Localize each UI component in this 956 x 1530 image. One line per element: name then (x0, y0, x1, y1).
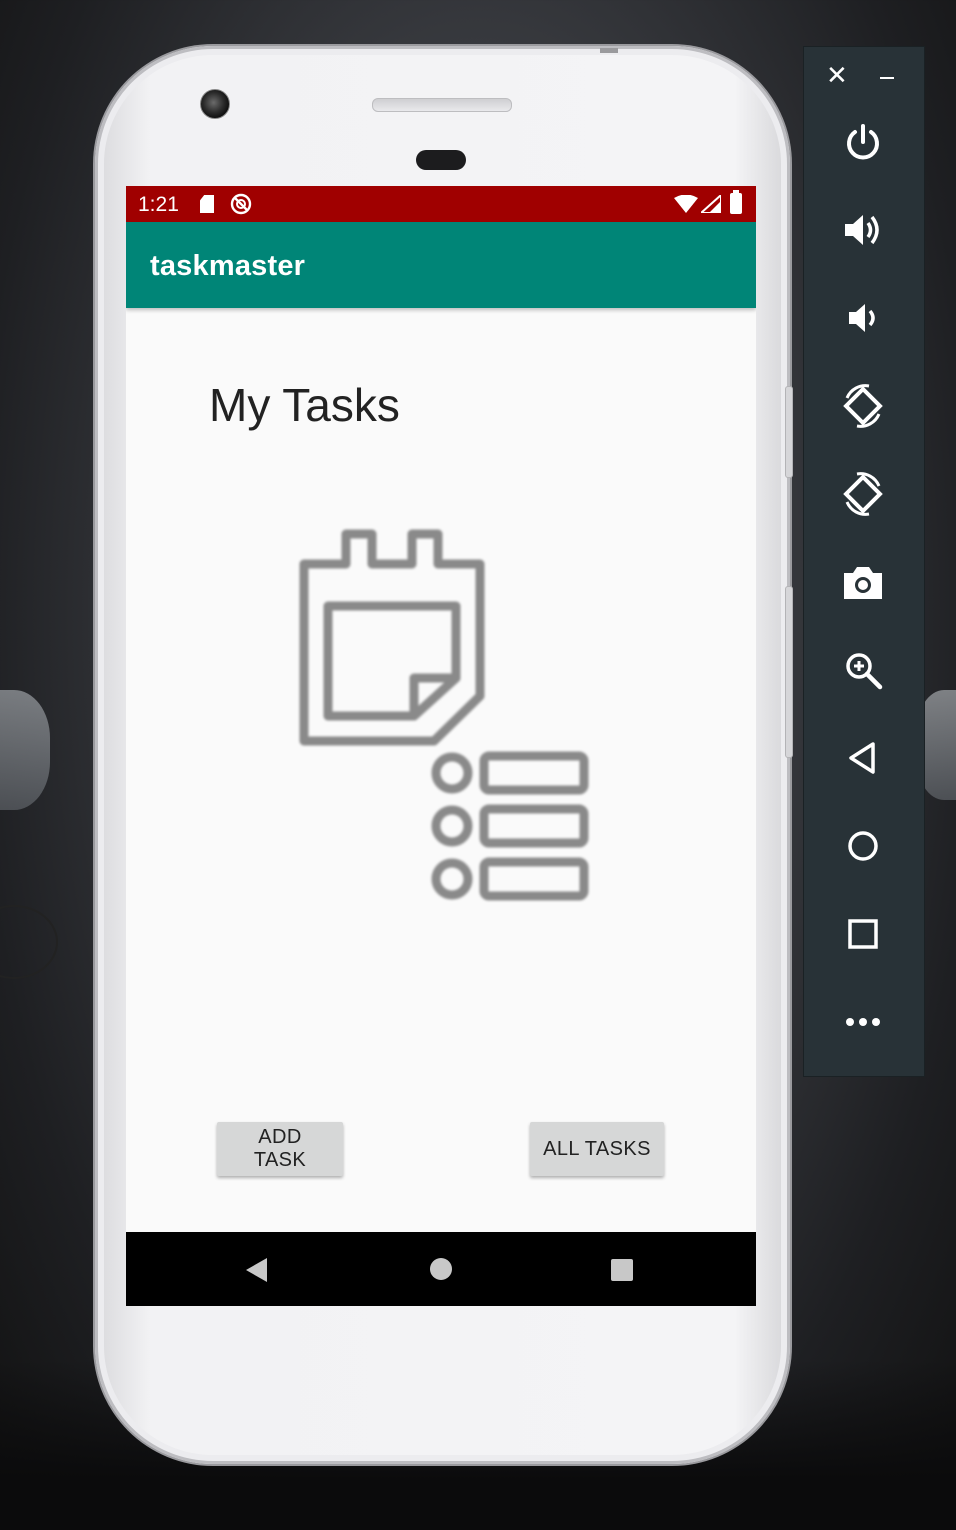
phone-top-notch (600, 48, 618, 53)
app-bar: taskmaster (126, 222, 756, 308)
recents-icon[interactable] (611, 1259, 633, 1281)
page-title: My Tasks (209, 379, 400, 431)
status-bar: 1:21 (126, 186, 756, 222)
navigation-bar (126, 1232, 756, 1306)
do-not-disturb-icon (230, 193, 252, 215)
back-icon[interactable] (246, 1258, 267, 1282)
earpiece-speaker (372, 98, 512, 112)
phone-side-button-volume (785, 586, 793, 758)
emulator-home-icon[interactable] (832, 815, 894, 877)
emulator-control-panel: ✕ (803, 46, 925, 1077)
all-tasks-button[interactable]: ALL TASKS (530, 1122, 664, 1176)
front-camera (200, 89, 230, 119)
proximity-sensor (416, 150, 466, 170)
wifi-icon (674, 195, 698, 213)
sd-card-icon (200, 195, 214, 213)
zoom-icon[interactable] (832, 639, 894, 701)
calendar-task-list-icon (299, 529, 589, 901)
rotate-left-icon[interactable] (832, 375, 894, 437)
overview-icon[interactable] (832, 903, 894, 965)
power-icon[interactable] (832, 111, 894, 173)
volume-down-icon[interactable] (832, 287, 894, 349)
camera-icon[interactable] (832, 551, 894, 613)
app-title: taskmaster (150, 250, 306, 282)
battery-icon (730, 190, 742, 214)
minimize-icon[interactable] (880, 77, 894, 79)
more-icon[interactable] (832, 991, 894, 1053)
volume-up-icon[interactable] (832, 199, 894, 261)
emulator-back-icon[interactable] (832, 727, 894, 789)
cell-signal-icon (701, 195, 721, 213)
background-emblem (0, 905, 58, 979)
rotate-right-icon[interactable] (832, 463, 894, 525)
close-icon[interactable]: ✕ (826, 61, 848, 89)
home-icon[interactable] (430, 1258, 452, 1280)
background-headlight-left (0, 690, 50, 810)
phone-side-button-top (785, 386, 793, 478)
phone-screen: 1:21 taskmaster My Tasks ADD TASK ALL TA… (126, 186, 756, 1306)
status-time: 1:21 (138, 193, 179, 216)
add-task-button[interactable]: ADD TASK (217, 1122, 343, 1176)
